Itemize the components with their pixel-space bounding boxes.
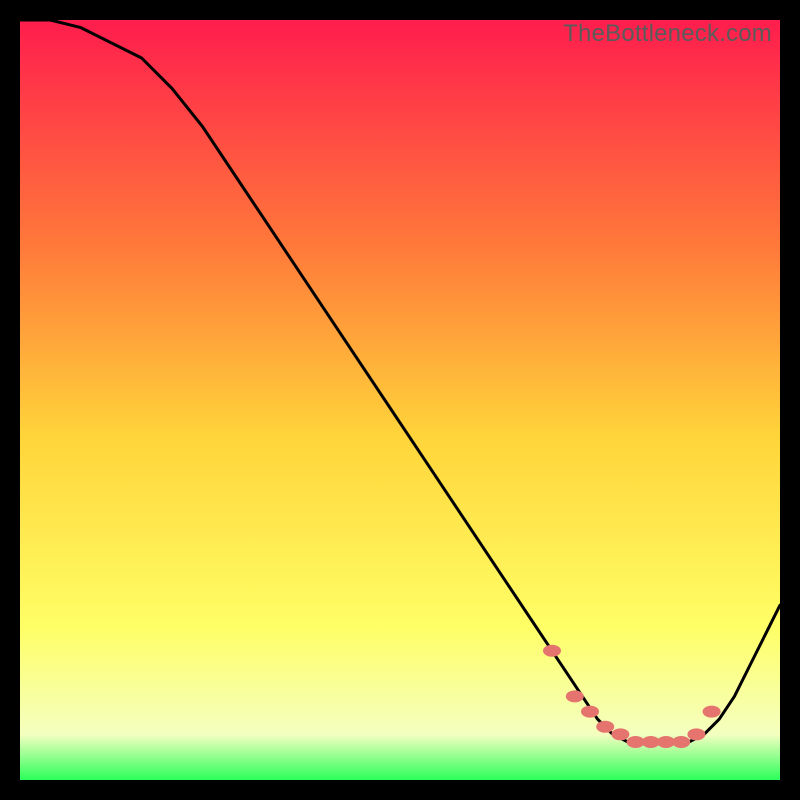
marker-point <box>672 736 690 748</box>
marker-point <box>611 728 629 740</box>
bottleneck-chart <box>20 20 780 780</box>
watermark-text: TheBottleneck.com <box>563 20 772 48</box>
gradient-background <box>20 20 780 780</box>
marker-point <box>687 728 705 740</box>
marker-point <box>543 645 561 657</box>
marker-point <box>581 706 599 718</box>
marker-point <box>703 706 721 718</box>
marker-point <box>566 690 584 702</box>
chart-frame: TheBottleneck.com <box>20 20 780 780</box>
marker-point <box>596 721 614 733</box>
